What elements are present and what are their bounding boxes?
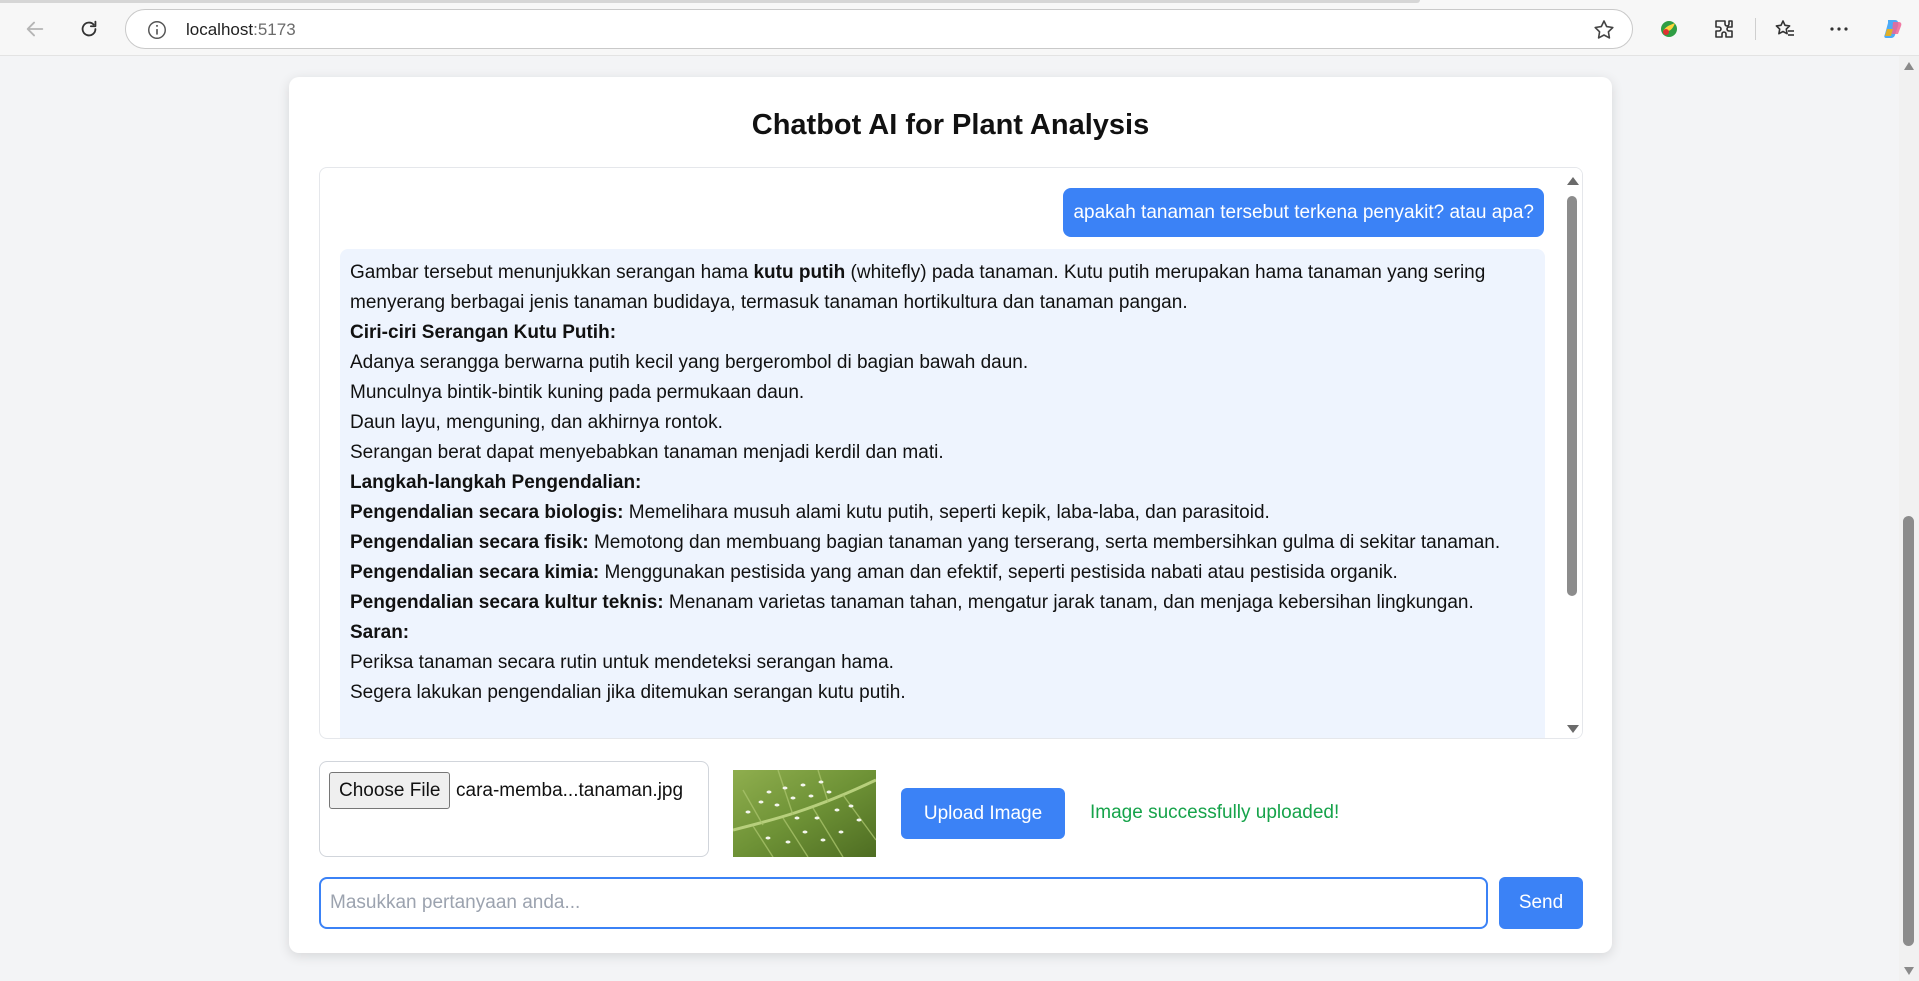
scroll-up-icon[interactable] [1904, 62, 1914, 70]
star-icon[interactable] [1592, 18, 1616, 42]
favorites-icon [1775, 20, 1794, 36]
scroll-down-icon[interactable] [1904, 967, 1914, 975]
url-host: localhost [186, 20, 254, 39]
send-button[interactable]: Send [1499, 877, 1583, 929]
advice-heading-text: Saran: [350, 622, 410, 643]
upload-status: Image successfully uploaded! [1090, 802, 1340, 823]
selected-file-name: cara-memba...tanaman.jpg [456, 780, 684, 801]
control-item: Pengendalian secara kultur teknis: Menan… [350, 588, 1535, 618]
control-item: Pengendalian secara fisik: Memotong dan … [350, 528, 1535, 558]
copilot-leaf-icon [1661, 21, 1677, 37]
bot-intro-bold: kutu putih [753, 262, 846, 283]
chat-scrollbar[interactable] [1562, 168, 1582, 738]
chat-card: Chatbot AI for Plant Analysis apakah tan… [289, 77, 1612, 953]
control-heading-text: Langkah-langkah Pengendalian: [350, 472, 642, 493]
address-bar[interactable]: localhost:5173 [125, 9, 1633, 49]
bot-intro-prefix: Gambar tersebut menunjukkan serangan ham… [350, 262, 754, 283]
reload-button[interactable] [72, 12, 106, 46]
control-text: Menggunakan pestisida yang aman dan efek… [599, 562, 1398, 583]
extensions-button[interactable] [1707, 12, 1741, 46]
copilot-leaf-button[interactable] [1652, 12, 1686, 46]
symptom-item: Serangan berat dapat menyebabkan tanaman… [350, 442, 944, 463]
page-scrollbar[interactable] [1899, 56, 1919, 981]
toolbar-divider [1755, 18, 1756, 40]
advice-item: Segera lakukan pengendalian jika ditemuk… [350, 682, 906, 703]
file-input[interactable]: Choose File cara-memba...tanaman.jpg [319, 761, 709, 857]
reload-icon [81, 20, 97, 37]
chat-messages: apakah tanaman tersebut terkena penyakit… [320, 168, 1564, 738]
back-arrow-icon [26, 21, 44, 37]
control-label: Pengendalian secara kimia: [350, 562, 600, 583]
symptom-item: Adanya serangga berwarna putih kecil yan… [350, 352, 1029, 373]
symptoms-heading-text: Ciri-ciri Serangan Kutu Putih: [350, 322, 617, 343]
control-label: Pengendalian secara fisik: [350, 532, 589, 553]
url-port: :5173 [253, 20, 296, 39]
control-item: Pengendalian secara kimia: Menggunakan p… [350, 558, 1535, 588]
page-scroll-thumb[interactable] [1903, 516, 1914, 946]
control-label: Pengendalian secara kultur teknis: [350, 592, 664, 613]
symptom-item: Munculnya bintik-bintik kuning pada perm… [350, 382, 805, 403]
info-icon[interactable] [146, 19, 168, 41]
copilot-icon [1884, 20, 1902, 38]
control-label: Pengendalian secara biologis: [350, 502, 624, 523]
browser-toolbar: localhost:5173 [0, 0, 1919, 56]
symptom-item: Daun layu, menguning, dan akhirnya ronto… [350, 412, 723, 433]
chat-scroll-thumb[interactable] [1567, 196, 1577, 596]
control-text: Memelihara musuh alami kutu putih, seper… [623, 502, 1270, 523]
page-title: Chatbot AI for Plant Analysis [751, 109, 1150, 141]
upload-image-button[interactable]: Upload Image [901, 788, 1065, 839]
chat-scroll-up-icon[interactable] [1567, 177, 1579, 185]
advice-item: Periksa tanaman secara rutin untuk mende… [350, 652, 894, 673]
advice-heading: Saran: [350, 618, 1535, 648]
symptoms-heading: Ciri-ciri Serangan Kutu Putih: [350, 318, 1535, 348]
leaf-image [733, 770, 876, 857]
more-icon [1830, 27, 1848, 31]
user-message: apakah tanaman tersebut terkena penyakit… [1063, 188, 1544, 237]
control-heading: Langkah-langkah Pengendalian: [350, 468, 1535, 498]
question-input[interactable] [319, 877, 1488, 929]
control-text: Menanam varietas tanaman tahan, mengatur… [663, 592, 1474, 613]
url-text: localhost:5173 [186, 19, 296, 41]
bot-message: Gambar tersebut menunjukkan serangan ham… [340, 249, 1545, 738]
more-button[interactable] [1822, 12, 1856, 46]
bot-intro: Gambar tersebut menunjukkan serangan ham… [350, 258, 1535, 318]
control-text: Memotong dan membuang bagian tanaman yan… [588, 532, 1501, 553]
loading-bar [0, 0, 1420, 3]
favorites-button[interactable] [1768, 12, 1802, 46]
copilot-button[interactable] [1876, 12, 1910, 46]
chat-window[interactable]: apakah tanaman tersebut terkena penyakit… [319, 167, 1583, 739]
choose-file-button[interactable]: Choose File [329, 772, 451, 809]
chat-scroll-down-icon[interactable] [1567, 725, 1579, 733]
back-button[interactable] [18, 12, 52, 46]
control-item: Pengendalian secara biologis: Memelihara… [350, 498, 1535, 528]
uploaded-image-preview [733, 770, 876, 857]
extensions-icon [1715, 20, 1733, 38]
